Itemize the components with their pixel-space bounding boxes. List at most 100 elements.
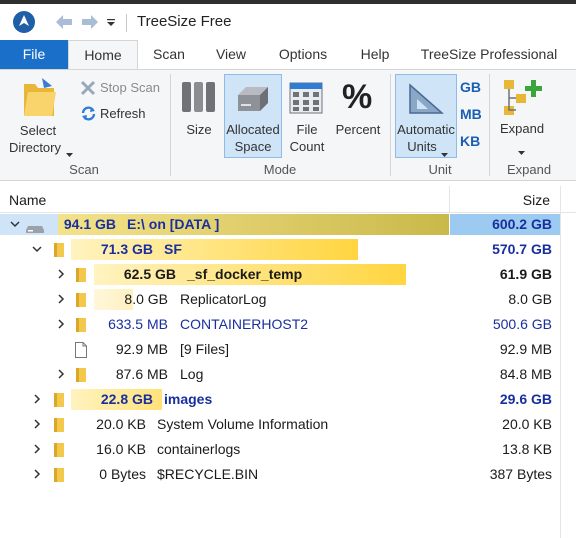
folder-icon xyxy=(54,443,66,457)
row-size-left: 0 Bytes xyxy=(99,466,146,482)
header-separator xyxy=(449,186,450,212)
tree-row-recycle-bin[interactable]: 0 Bytes $RECYCLE.BIN 387 Bytes xyxy=(0,462,576,487)
row-name: E:\ on [DATA ] xyxy=(127,216,220,232)
file-count-label-2: Count xyxy=(289,139,325,154)
tree-row-system-volume-information[interactable]: 20.0 KB System Volume Information 20.0 K… xyxy=(0,412,576,437)
select-directory-button[interactable]: Select Directory xyxy=(2,72,74,158)
chevron-right-icon[interactable] xyxy=(55,367,69,381)
tab-view[interactable]: View xyxy=(208,40,254,69)
tree-row-containerhost2[interactable]: 633.5 MB CONTAINERHOST2 500.6 GB xyxy=(0,312,576,337)
percent-label: Percent xyxy=(335,122,381,137)
expand-group-label: Expand xyxy=(506,162,552,177)
drive-icon xyxy=(25,221,45,237)
expand-dropdown-icon xyxy=(518,143,525,159)
select-directory-dropdown-icon xyxy=(66,145,73,161)
tree-row-containerlogs[interactable]: 16.0 KB containerlogs 13.8 KB xyxy=(0,437,576,462)
row-name: _sf_docker_temp xyxy=(187,266,303,282)
row-size-right: 500.6 GB xyxy=(492,316,552,332)
name-column-header[interactable]: Name xyxy=(9,192,46,208)
row-size-right: 13.8 KB xyxy=(502,441,552,457)
row-size-left: 20.0 KB xyxy=(96,416,146,432)
chevron-right-icon[interactable] xyxy=(55,267,69,281)
file-count-grid-icon xyxy=(289,82,323,117)
stop-scan-icon xyxy=(80,80,96,99)
folder-icon xyxy=(54,243,66,257)
tree-row-images[interactable]: 22.8 GB images 29.6 GB xyxy=(0,387,576,412)
folder-open-icon xyxy=(22,76,58,123)
row-size-right: 92.9 MB xyxy=(499,341,552,357)
tree-row-log[interactable]: 87.6 MB Log 84.8 MB xyxy=(0,362,576,387)
allocated-space-button[interactable]: Allocated Space xyxy=(224,74,282,158)
kb-unit-button[interactable]: KB xyxy=(460,133,480,149)
quick-access-dropdown-icon[interactable] xyxy=(104,12,118,32)
row-name: images xyxy=(164,391,213,407)
mode-group-label: Mode xyxy=(263,162,297,177)
title-separator xyxy=(126,14,127,32)
automatic-units-button[interactable]: Automatic Units xyxy=(395,74,457,158)
row-size-left: 62.5 GB xyxy=(123,266,176,282)
size-bars-icon xyxy=(181,80,217,117)
ribbon-tab-bar: File Home Scan View Options Help TreeSiz… xyxy=(0,40,576,69)
tree-row-sf[interactable]: 71.3 GB SF 570.7 GB xyxy=(0,237,576,262)
automatic-units-label-1: Automatic xyxy=(397,122,455,137)
scan-group-label: Scan xyxy=(69,162,99,177)
stop-scan-button[interactable]: Stop Scan xyxy=(78,78,164,98)
percent-icon: % xyxy=(342,78,373,116)
row-name: ReplicatorLog xyxy=(180,291,267,307)
tab-treesize-professional[interactable]: TreeSize Professional xyxy=(414,40,564,69)
chevron-right-icon[interactable] xyxy=(31,392,45,406)
forward-arrow-icon[interactable] xyxy=(80,12,100,32)
mb-unit-button[interactable]: MB xyxy=(460,106,482,122)
row-size-left: 16.0 KB xyxy=(96,441,146,457)
row-size-right: 20.0 KB xyxy=(502,416,552,432)
refresh-icon xyxy=(80,105,97,125)
tree-row-root[interactable]: 94.1 GB E:\ on [DATA ] 600.2 GB xyxy=(0,212,576,237)
group-separator xyxy=(170,74,171,176)
row-size-left: 71.3 GB xyxy=(100,241,153,257)
row-size-left: 92.9 MB xyxy=(115,341,168,357)
row-name: Log xyxy=(180,366,204,382)
hard-drive-icon xyxy=(234,85,272,118)
triangle-ruler-icon xyxy=(408,83,444,118)
row-size-left: 94.1 GB xyxy=(63,216,116,232)
size-column-header[interactable]: Size xyxy=(523,192,550,208)
window-title: TreeSize Free xyxy=(137,13,232,30)
refresh-label: Refresh xyxy=(100,106,146,121)
gb-unit-button[interactable]: GB xyxy=(460,79,481,95)
tab-help[interactable]: Help xyxy=(352,40,398,69)
refresh-button[interactable]: Refresh xyxy=(78,104,164,124)
title-bar: TreeSize Free xyxy=(0,4,576,40)
allocated-space-label-1: Allocated xyxy=(226,122,280,137)
back-arrow-icon[interactable] xyxy=(54,12,74,32)
row-size-right: 84.8 MB xyxy=(499,366,552,382)
tree-row-files[interactable]: 92.9 MB [9 Files] 92.9 MB xyxy=(0,337,576,362)
folder-icon xyxy=(54,393,66,407)
allocated-space-label-2: Space xyxy=(234,139,272,154)
chevron-right-icon[interactable] xyxy=(31,467,45,481)
tree-row-replicatorlog[interactable]: 8.0 GB ReplicatorLog 8.0 GB xyxy=(0,287,576,312)
tab-scan[interactable]: Scan xyxy=(146,40,192,69)
app-logo-icon[interactable] xyxy=(12,10,36,34)
chevron-down-icon[interactable] xyxy=(31,242,45,256)
row-name: containerlogs xyxy=(157,441,241,457)
expand-button[interactable]: Expand xyxy=(494,74,550,158)
chevron-right-icon[interactable] xyxy=(31,417,45,431)
row-size-right: 600.2 GB xyxy=(492,216,552,232)
row-size-left: 87.6 MB xyxy=(115,366,168,382)
tab-options[interactable]: Options xyxy=(270,40,336,69)
chevron-right-icon[interactable] xyxy=(31,442,45,456)
group-separator xyxy=(390,74,391,176)
row-size-left: 8.0 GB xyxy=(124,291,168,307)
chevron-right-icon[interactable] xyxy=(55,317,69,331)
tree-row-sf-docker-temp[interactable]: 62.5 GB _sf_docker_temp 61.9 GB xyxy=(0,262,576,287)
expand-label: Expand xyxy=(499,121,545,136)
tab-home[interactable]: Home xyxy=(68,40,138,69)
size-mode-button[interactable]: Size xyxy=(176,74,222,158)
file-count-button[interactable]: File Count xyxy=(284,74,330,158)
tab-file[interactable]: File xyxy=(0,40,68,69)
folder-icon xyxy=(76,318,88,332)
chevron-right-icon[interactable] xyxy=(55,292,69,306)
percent-button[interactable]: % Percent xyxy=(332,74,384,158)
chevron-down-icon[interactable] xyxy=(9,217,23,231)
row-name: System Volume Information xyxy=(157,416,329,432)
